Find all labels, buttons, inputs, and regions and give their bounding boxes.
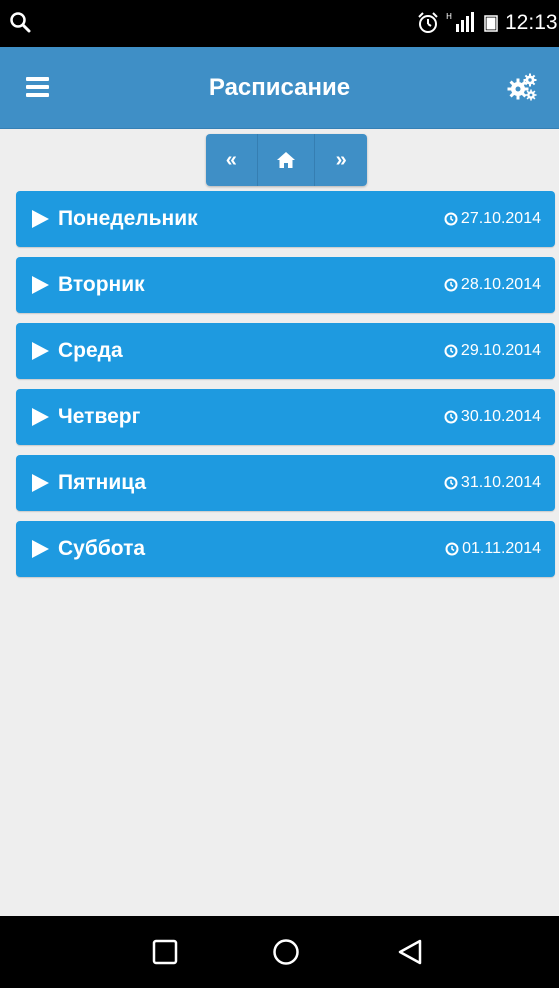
day-date: 28.10.2014 xyxy=(444,275,541,295)
day-item-friday[interactable]: Пятница 31.10.2014 xyxy=(16,455,555,511)
svg-text:H: H xyxy=(446,12,452,21)
signal-icon: H xyxy=(446,12,474,32)
expand-triangle-icon xyxy=(32,408,49,426)
day-date-text: 29.10.2014 xyxy=(460,342,541,359)
status-bar: H 12:13 xyxy=(0,0,559,47)
day-name: Вторник xyxy=(58,273,145,296)
previous-week-button[interactable]: « xyxy=(206,134,258,186)
day-date: 01.11.2014 xyxy=(445,539,541,559)
clock-icon xyxy=(444,410,458,424)
expand-triangle-icon xyxy=(32,540,49,558)
day-date-text: 30.10.2014 xyxy=(460,408,541,425)
system-nav-bar xyxy=(0,916,559,988)
page-title: Расписание xyxy=(208,74,351,101)
day-date-text: 27.10.2014 xyxy=(460,210,541,227)
status-time: 12:13 xyxy=(505,11,558,34)
day-date: 29.10.2014 xyxy=(444,341,541,361)
day-date: 31.10.2014 xyxy=(444,473,541,493)
day-item-tuesday[interactable]: Вторник 28.10.2014 xyxy=(16,257,555,313)
recent-apps-icon[interactable] xyxy=(151,938,179,966)
clock-icon xyxy=(444,344,458,358)
week-navigation: « » xyxy=(206,134,367,186)
settings-gears-icon[interactable] xyxy=(506,72,538,102)
day-date: 27.10.2014 xyxy=(444,209,541,229)
current-week-button[interactable] xyxy=(257,134,316,186)
day-item-wednesday[interactable]: Среда 29.10.2014 xyxy=(16,323,555,379)
clock-icon xyxy=(445,542,459,556)
clock-icon xyxy=(444,278,458,292)
alarm-icon xyxy=(418,12,438,33)
home-circle-icon[interactable] xyxy=(272,938,300,966)
clock-icon xyxy=(444,476,458,490)
next-week-button[interactable]: » xyxy=(315,134,367,186)
day-date: 30.10.2014 xyxy=(444,407,541,427)
expand-triangle-icon xyxy=(32,474,49,492)
app-bar: Расписание xyxy=(0,47,559,129)
day-name: Среда xyxy=(58,339,123,362)
day-name: Пятница xyxy=(58,471,147,494)
day-list: Понедельник 27.10.2014 Вторник 28.10.201… xyxy=(16,191,555,587)
day-date-text: 28.10.2014 xyxy=(460,276,541,293)
clock-icon xyxy=(444,212,458,226)
day-date-text: 01.11.2014 xyxy=(462,540,541,557)
expand-triangle-icon xyxy=(32,210,49,228)
back-icon[interactable] xyxy=(396,938,424,966)
day-name: Суббота xyxy=(58,537,146,560)
day-name: Понедельник xyxy=(58,207,198,230)
search-icon[interactable] xyxy=(8,10,34,36)
day-item-thursday[interactable]: Четверг 30.10.2014 xyxy=(16,389,555,445)
day-date-text: 31.10.2014 xyxy=(460,474,541,491)
day-name: Четверг xyxy=(58,405,141,428)
day-item-monday[interactable]: Понедельник 27.10.2014 xyxy=(16,191,555,247)
expand-triangle-icon xyxy=(32,276,49,294)
home-icon xyxy=(277,152,295,168)
expand-triangle-icon xyxy=(32,342,49,360)
day-item-saturday[interactable]: Суббота 01.11.2014 xyxy=(16,521,555,577)
